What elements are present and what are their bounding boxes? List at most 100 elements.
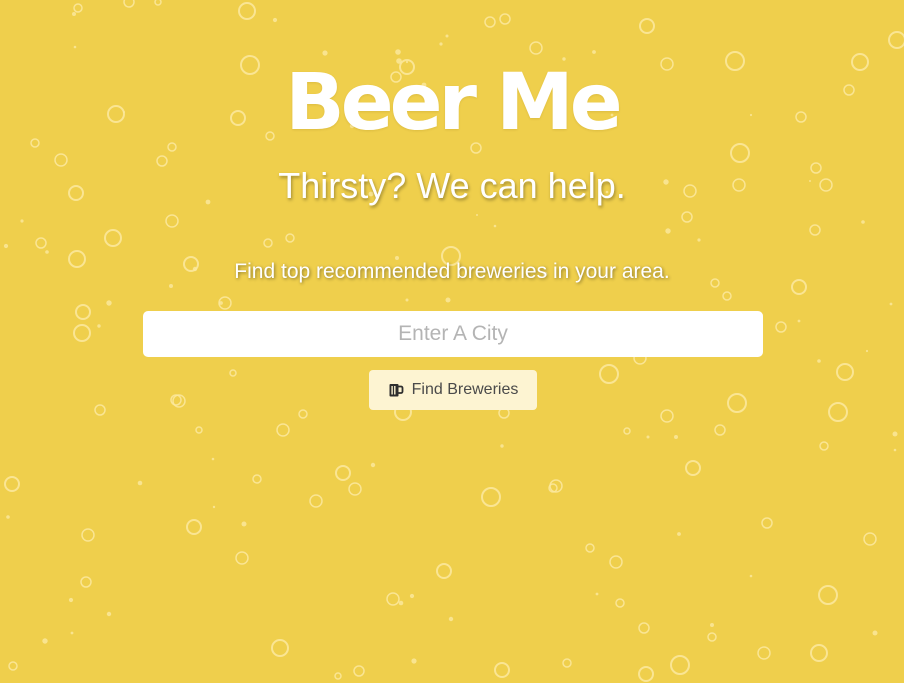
bubble-dot bbox=[73, 45, 77, 49]
bubble-dot bbox=[872, 630, 878, 636]
bubble bbox=[660, 409, 674, 423]
bubble bbox=[818, 585, 838, 605]
bubble bbox=[863, 532, 877, 546]
bubble bbox=[348, 482, 362, 496]
bubble-dot bbox=[749, 574, 753, 578]
bubble-dot bbox=[68, 597, 74, 603]
bubble-dot bbox=[697, 238, 701, 242]
landing-page: Beer Me Thirsty? We can help. Find top r… bbox=[0, 0, 904, 683]
bubble bbox=[276, 423, 290, 437]
bubble-dot bbox=[500, 444, 504, 448]
bubble-dot bbox=[106, 611, 112, 617]
bubble bbox=[638, 622, 650, 634]
bubble bbox=[123, 0, 135, 8]
bubble bbox=[681, 211, 693, 223]
bubble bbox=[562, 658, 572, 668]
bubble-dot bbox=[797, 319, 801, 323]
bubble bbox=[639, 18, 655, 34]
bubble bbox=[529, 41, 543, 55]
bubble bbox=[436, 563, 452, 579]
bubble bbox=[775, 321, 787, 333]
bubble bbox=[714, 424, 726, 436]
app-title: Beer Me bbox=[285, 58, 622, 148]
bubble-dot bbox=[817, 359, 821, 363]
bubble bbox=[73, 324, 91, 342]
find-breweries-label: Find Breweries bbox=[411, 381, 519, 398]
bubble bbox=[271, 639, 289, 657]
bubble-dot bbox=[865, 349, 869, 353]
bubble-dot bbox=[398, 600, 404, 606]
bubble bbox=[154, 0, 162, 6]
bubble-dot bbox=[137, 480, 143, 486]
description-text: Find top recommended breweries in your a… bbox=[234, 260, 670, 283]
city-search-input[interactable] bbox=[143, 311, 763, 357]
bubble bbox=[386, 592, 400, 606]
bubble bbox=[585, 543, 595, 553]
bubble bbox=[186, 519, 202, 535]
bubble-dot bbox=[97, 324, 101, 328]
bubble-dot bbox=[889, 302, 893, 306]
bubble-dot bbox=[674, 435, 678, 439]
bubble bbox=[623, 427, 631, 435]
bubble bbox=[809, 224, 821, 236]
bubble bbox=[334, 672, 342, 680]
bubble-dot bbox=[241, 521, 247, 527]
bubble bbox=[615, 598, 625, 608]
bubble bbox=[81, 528, 95, 542]
bubble-dot bbox=[595, 592, 599, 596]
bubble-dot bbox=[405, 298, 409, 302]
bubble-dot bbox=[411, 658, 417, 664]
bubble bbox=[353, 665, 365, 677]
bubble bbox=[80, 576, 92, 588]
bubble bbox=[285, 233, 295, 243]
find-breweries-button[interactable]: Find Breweries bbox=[369, 370, 537, 410]
bubble bbox=[707, 632, 717, 642]
bubble bbox=[638, 666, 654, 682]
bubble bbox=[104, 229, 122, 247]
bubble bbox=[309, 494, 323, 508]
bubble-dot bbox=[72, 12, 76, 16]
bubble bbox=[727, 393, 747, 413]
bubble-dot bbox=[445, 34, 449, 38]
bubble-dot bbox=[646, 435, 650, 439]
beer-mug-icon bbox=[388, 382, 404, 398]
bubble bbox=[670, 655, 690, 675]
bubble bbox=[8, 661, 18, 671]
bubble-dot bbox=[710, 623, 714, 627]
bubble-dot bbox=[476, 214, 478, 216]
bubble-dot bbox=[409, 593, 415, 599]
bubble bbox=[229, 369, 237, 377]
bubble bbox=[836, 363, 854, 381]
bubble-dot bbox=[42, 638, 48, 644]
bubble-dot bbox=[322, 50, 328, 56]
bubble bbox=[819, 441, 829, 451]
bubble bbox=[484, 16, 496, 28]
bubble bbox=[235, 551, 249, 565]
bubble-dot bbox=[6, 515, 10, 519]
bubble-dot bbox=[395, 49, 401, 55]
bubble-dot bbox=[211, 457, 215, 461]
bubble-dot bbox=[70, 631, 74, 635]
bubble-dot bbox=[20, 219, 24, 223]
bubble bbox=[499, 13, 511, 25]
bubble bbox=[757, 646, 771, 660]
bubble-dot bbox=[106, 300, 112, 306]
bubble-dot bbox=[439, 42, 443, 46]
bubble-dot bbox=[892, 431, 898, 437]
bubble bbox=[335, 465, 351, 481]
bubble-dot bbox=[45, 250, 49, 254]
bubble bbox=[4, 476, 20, 492]
bubble bbox=[73, 3, 83, 13]
bubble bbox=[609, 555, 623, 569]
tagline: Thirsty? We can help. bbox=[278, 165, 626, 206]
bubble bbox=[685, 460, 701, 476]
bubble bbox=[599, 364, 619, 384]
bubble bbox=[263, 238, 273, 248]
bubble bbox=[481, 487, 501, 507]
bubble bbox=[298, 409, 308, 419]
bubble bbox=[94, 404, 106, 416]
bubble-dot bbox=[212, 505, 216, 509]
bubble bbox=[238, 2, 256, 20]
bubble-dot bbox=[445, 297, 451, 303]
bubble-dot bbox=[677, 532, 681, 536]
